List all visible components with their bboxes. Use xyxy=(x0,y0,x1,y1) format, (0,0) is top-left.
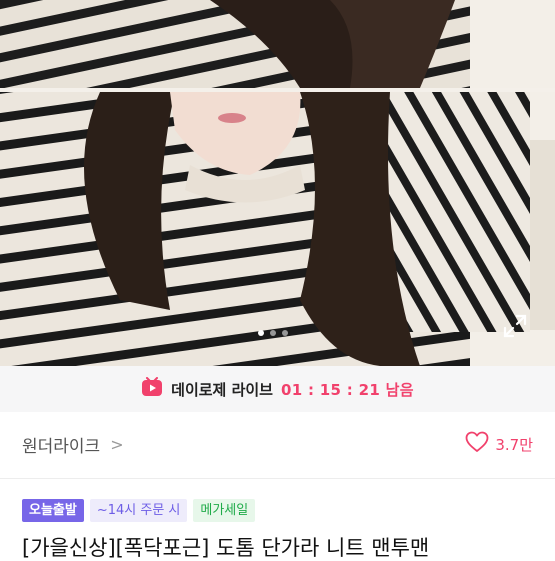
seller-link[interactable]: 원더라이크 > xyxy=(22,432,124,457)
product-title: [가을신상][폭닥포근] 도톰 단가라 니트 맨투맨 xyxy=(22,536,430,560)
chevron-right-icon: > xyxy=(110,434,124,454)
live-banner[interactable]: 데이로제 라이브 01 : 15 : 21 남음 xyxy=(0,366,555,412)
product-image[interactable] xyxy=(0,0,555,366)
live-play-icon xyxy=(141,377,163,401)
seller-row: 원더라이크 > 3.7만 xyxy=(0,418,555,470)
heart-outline-icon xyxy=(465,431,489,457)
gallery-page-indicator xyxy=(258,330,288,336)
product-badges: 오늘출발 ~14시 주문 시 메가세일 xyxy=(22,499,256,522)
page-dot-active xyxy=(258,330,264,336)
badge-order-cutoff: ~14시 주문 시 xyxy=(89,499,188,522)
seller-name: 원더라이크 xyxy=(22,436,101,457)
expand-icon[interactable] xyxy=(502,313,528,339)
like-count: 3.7만 xyxy=(495,435,533,454)
page-dot xyxy=(282,330,288,336)
product-photo-illustration xyxy=(0,0,555,366)
badge-mega-sale: 메가세일 xyxy=(193,499,256,522)
badge-today-shipping: 오늘출발 xyxy=(22,499,84,522)
like-button[interactable]: 3.7만 xyxy=(465,431,533,457)
section-divider xyxy=(0,478,555,479)
page-dot xyxy=(270,330,276,336)
live-countdown: 01 : 15 : 21 남음 xyxy=(280,380,414,399)
live-title: 데이로제 라이브 xyxy=(171,380,273,399)
